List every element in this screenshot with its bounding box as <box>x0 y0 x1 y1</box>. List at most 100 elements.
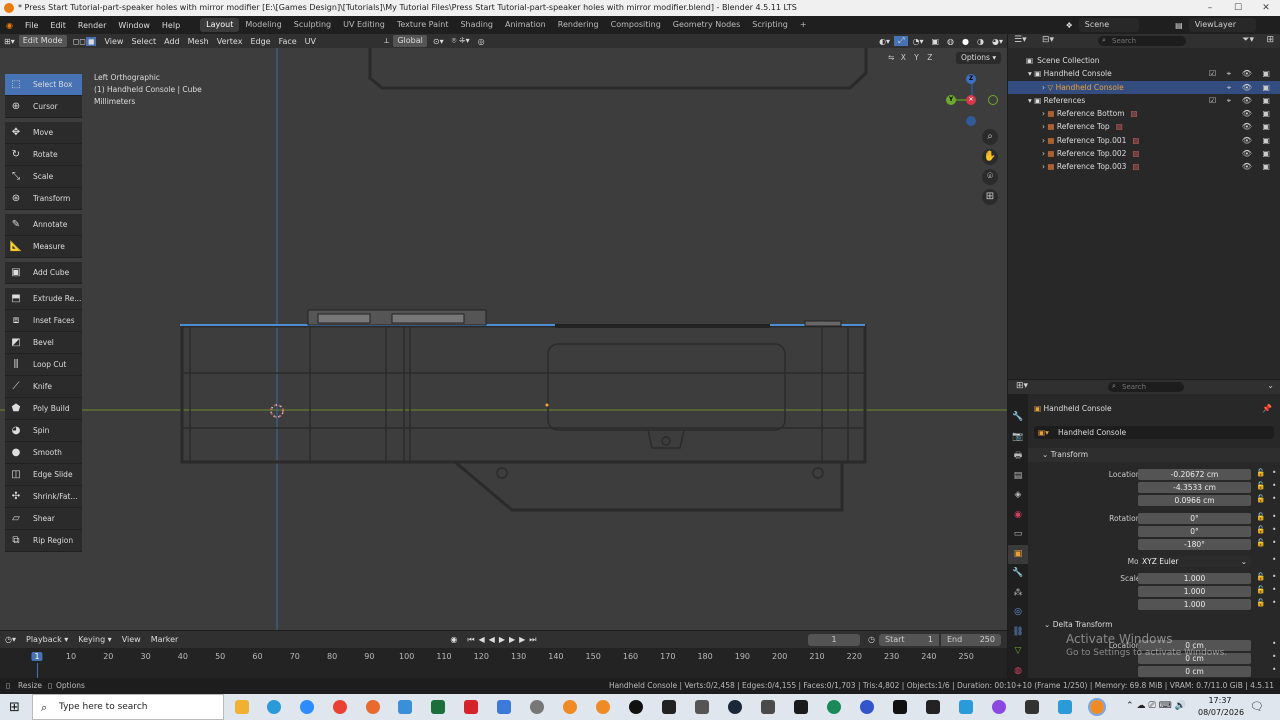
shading-wireframe-icon[interactable]: ◍ <box>943 37 958 46</box>
menu-edit[interactable]: Edit <box>44 21 72 30</box>
tab-scripting[interactable]: Scripting <box>746 18 794 32</box>
options-button[interactable]: Options ▾ <box>956 52 1002 64</box>
transform-panel-header[interactable]: ⌄ Transform <box>1028 448 1280 462</box>
unity-icon[interactable] <box>662 700 676 714</box>
rotation-z-field[interactable]: -180° <box>1138 539 1251 550</box>
app-icon[interactable] <box>926 700 940 714</box>
telegram-icon[interactable] <box>267 700 281 714</box>
outliner-row-reference-top[interactable]: › ▦ Reference Top ▨ 👁 ▣ <box>1008 120 1280 133</box>
filter-icon[interactable]: ⏷▾ <box>1242 35 1254 45</box>
tool-cursor[interactable]: ⊕ Cursor <box>5 96 82 118</box>
keyframe-dot-icon[interactable]: • <box>1272 572 1276 581</box>
expand-arrow-icon[interactable]: › <box>1042 109 1045 118</box>
app-icon[interactable] <box>827 700 841 714</box>
expand-arrow-icon[interactable]: ▾ <box>1028 69 1032 78</box>
outliner-row-reference-top-003[interactable]: › ▦ Reference Top.003 ▨ 👁 ▣ <box>1008 160 1280 173</box>
axis-x[interactable]: X <box>901 53 906 62</box>
menu-mesh[interactable]: Mesh <box>184 37 213 46</box>
vscode-icon[interactable] <box>398 700 412 714</box>
object-tab-icon[interactable]: ▣ <box>1008 544 1028 564</box>
row-visibility-icons[interactable]: 👁 ▣ <box>1242 107 1274 120</box>
close-icon[interactable]: ✕ <box>1252 0 1280 16</box>
menu-uv[interactable]: UV <box>301 37 320 46</box>
tab-texture-paint[interactable]: Texture Paint <box>391 18 455 32</box>
view-layer-tab-icon[interactable]: ▤ <box>1008 467 1028 487</box>
new-collection-icon[interactable]: ⊞ <box>1266 35 1274 45</box>
keyframe-dot-icon[interactable]: • <box>1272 665 1276 674</box>
menu-face[interactable]: Face <box>275 37 301 46</box>
rotation-y-field[interactable]: 0° <box>1138 526 1251 537</box>
add-workspace-icon[interactable]: + <box>794 18 813 32</box>
pin-icon[interactable]: 📌 <box>1262 404 1272 413</box>
menu-add[interactable]: Add <box>160 37 184 46</box>
maximize-icon[interactable]: ☐ <box>1224 0 1252 16</box>
lock-icon[interactable]: 🔓 <box>1256 525 1265 534</box>
lock-icon[interactable]: 🔓 <box>1256 494 1265 503</box>
keyframe-dot-icon[interactable]: • <box>1272 481 1276 490</box>
gizmo-x-icon[interactable]: ✕ <box>966 95 976 105</box>
tool-annotate[interactable]: ✎ Annotate <box>5 214 82 236</box>
blender-active-icon[interactable] <box>1088 698 1106 716</box>
scene-tab-icon[interactable]: ◈ <box>1008 486 1028 506</box>
axis-z[interactable]: Z <box>927 53 932 62</box>
proportional-edit-icon[interactable]: ◎ <box>474 37 489 46</box>
orientation-selector[interactable]: Global <box>393 35 427 47</box>
editor-type-icon[interactable]: ⊞▾ <box>0 37 19 46</box>
gizmo-neg-z-icon[interactable] <box>966 116 976 126</box>
expand-arrow-icon[interactable]: › <box>1042 83 1045 92</box>
notifications-icon[interactable]: 🗨 <box>1250 700 1264 713</box>
tool-bevel[interactable]: ◩ Bevel <box>5 332 82 354</box>
location-z-field[interactable]: 0.0966 cm <box>1138 495 1251 506</box>
gizmo-y-icon[interactable]: Y <box>946 95 956 105</box>
expand-arrow-icon[interactable]: › <box>1042 149 1045 158</box>
tool-shrink-fatten[interactable]: ✣ Shrink/Fat... <box>5 486 82 508</box>
playback-controls[interactable]: ⏮◀◀▶▶▶⏭ <box>462 635 545 645</box>
gizmo-z-icon[interactable]: Z <box>966 74 976 84</box>
playhead-line[interactable] <box>37 663 38 678</box>
keyframe-dot-icon[interactable]: • <box>1272 555 1276 564</box>
lock-icon[interactable]: 🔓 <box>1256 572 1265 581</box>
auto-keying-icon[interactable]: ◉ <box>445 635 462 644</box>
tool-tab-icon[interactable]: 🔧 <box>1008 408 1028 428</box>
shading-solid-icon[interactable]: ● <box>958 37 973 46</box>
scale-y-field[interactable]: 1.000 <box>1138 586 1251 597</box>
minimize-icon[interactable]: – <box>1196 0 1224 16</box>
visibility-icon[interactable]: ◐▾ <box>875 37 894 46</box>
tool-extrude[interactable]: ⬒ Extrude Re... <box>5 288 82 310</box>
tab-sculpting[interactable]: Sculpting <box>288 18 337 32</box>
rotation-x-field[interactable]: 0° <box>1138 513 1251 524</box>
particles-tab-icon[interactable]: ⁂ <box>1008 584 1028 604</box>
row-visibility-icons[interactable]: 👁 ▣ <box>1242 120 1274 133</box>
tool-edge-slide[interactable]: ◫ Edge Slide <box>5 464 82 486</box>
object-datablock-icon[interactable]: ▣▾ <box>1038 428 1049 437</box>
pivot-icon[interactable]: ⊙▾ <box>429 37 448 46</box>
app-icon[interactable] <box>530 700 544 714</box>
expand-arrow-icon[interactable]: › <box>1042 136 1045 145</box>
tool-rotate[interactable]: ↻ Rotate <box>5 144 82 166</box>
tool-move[interactable]: ✥ Move <box>5 122 82 144</box>
tab-animation[interactable]: Animation <box>499 18 552 32</box>
properties-editor-icon[interactable]: ⊞▾ <box>1016 381 1028 391</box>
tool-loop-cut[interactable]: ⫼ Loop Cut <box>5 354 82 376</box>
location-x-field[interactable]: -0.20672 cm <box>1138 469 1251 480</box>
steam-icon[interactable] <box>728 700 742 714</box>
tool-spin[interactable]: ◕ Spin <box>5 420 82 442</box>
keyframe-dot-icon[interactable]: • <box>1272 494 1276 503</box>
start-frame-field[interactable]: Start 1 <box>879 633 939 646</box>
collection-tab-icon[interactable]: ▭ <box>1008 525 1028 545</box>
outliner-row-object-selected[interactable]: › ▽ Handheld Console ⌖ 👁 ▣ <box>1008 80 1280 94</box>
snap-icon[interactable]: ⌾ ⁜▾ <box>448 36 474 46</box>
row-visibility-icons[interactable]: 👁 ▣ <box>1242 147 1274 160</box>
zoom-app-icon[interactable] <box>300 700 314 714</box>
world-tab-icon[interactable]: ◉ <box>1008 506 1028 526</box>
menu-select[interactable]: Select <box>127 37 160 46</box>
timeline-editor-icon[interactable]: ◷▾ <box>0 635 21 644</box>
blender-taskbar-icon[interactable] <box>563 700 577 714</box>
physics-tab-icon[interactable]: ◎ <box>1008 603 1028 623</box>
chrome-icon[interactable] <box>333 700 347 714</box>
rotation-mode-select[interactable]: XYZ Euler ⌄ <box>1138 556 1251 567</box>
keyframe-dot-icon[interactable]: • <box>1272 598 1276 607</box>
xbox-icon[interactable] <box>431 700 445 714</box>
menu-keying[interactable]: Keying ▾ <box>73 635 116 644</box>
blender-taskbar-icon[interactable] <box>596 700 610 714</box>
